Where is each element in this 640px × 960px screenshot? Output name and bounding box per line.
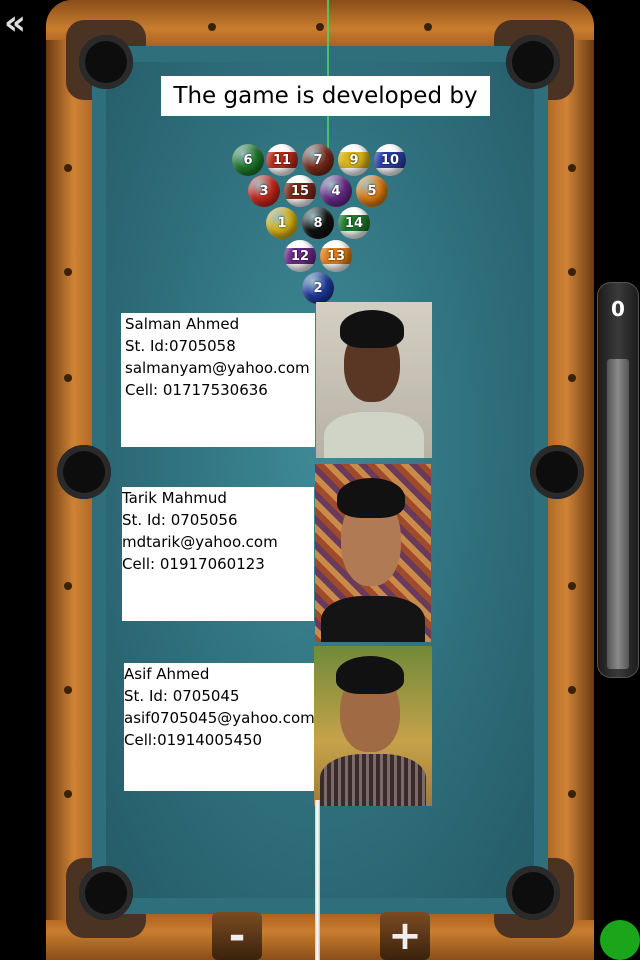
pool-ball-6: 6 bbox=[232, 144, 264, 176]
rail-diamond bbox=[568, 164, 576, 172]
pocket-top-right bbox=[506, 35, 560, 89]
developer-cell: Cell: 01717530636 bbox=[125, 381, 268, 399]
minus-button[interactable]: - bbox=[212, 912, 262, 960]
rail-diamond bbox=[64, 374, 72, 382]
rail-diamond bbox=[424, 23, 432, 31]
developer-card-3: Asif Ahmed St. Id: 0705045 asif0705045@y… bbox=[124, 663, 315, 791]
developer-email: mdtarik@yahoo.com bbox=[122, 533, 278, 551]
developer-photo-2 bbox=[315, 464, 431, 642]
credits-title: The game is developed by bbox=[161, 76, 490, 116]
developer-email: salmanyam@yahoo.com bbox=[125, 359, 310, 377]
pool-ball-1: 1 bbox=[266, 207, 298, 239]
pool-ball-10: 10 bbox=[374, 144, 406, 176]
pool-ball-15: 15 bbox=[284, 175, 316, 207]
developer-name: Salman Ahmed bbox=[125, 315, 240, 333]
pocket-top-left bbox=[79, 35, 133, 89]
pocket-bottom-right bbox=[506, 866, 560, 920]
pocket-middle-left bbox=[57, 445, 111, 499]
rail-diamond bbox=[568, 582, 576, 590]
pool-ball-8: 8 bbox=[302, 207, 334, 239]
developer-card-2: Tarik Mahmud St. Id: 0705056 mdtarik@yah… bbox=[122, 487, 314, 621]
rail-diamond bbox=[568, 374, 576, 382]
power-meter[interactable]: 0 bbox=[597, 282, 639, 678]
pool-ball-2: 2 bbox=[302, 272, 334, 304]
developer-id: St. Id:0705058 bbox=[125, 337, 236, 355]
pocket-bottom-left bbox=[79, 866, 133, 920]
pool-ball-11: 11 bbox=[266, 144, 298, 176]
pool-ball-12: 12 bbox=[284, 240, 316, 272]
pool-ball-13: 13 bbox=[320, 240, 352, 272]
developer-photo-3 bbox=[314, 646, 432, 806]
plus-button[interactable]: + bbox=[380, 912, 430, 960]
power-value: 0 bbox=[611, 297, 625, 321]
rail-diamond bbox=[64, 686, 72, 694]
rail-diamond bbox=[208, 23, 216, 31]
developer-id: St. Id: 0705056 bbox=[122, 511, 238, 529]
rail-diamond bbox=[64, 790, 72, 798]
rail-diamond bbox=[568, 790, 576, 798]
developer-cell: Cell:01914005450 bbox=[124, 731, 263, 749]
developer-id: St. Id: 0705045 bbox=[124, 687, 240, 705]
developer-name: Tarik Mahmud bbox=[122, 489, 227, 507]
developer-email: asif0705045@yahoo.com bbox=[124, 709, 315, 727]
developer-card-1: Salman Ahmed St. Id:0705058 salmanyam@ya… bbox=[121, 313, 315, 447]
pool-ball-4: 4 bbox=[320, 175, 352, 207]
rail-diamond bbox=[568, 686, 576, 694]
rail-diamond bbox=[64, 164, 72, 172]
rail-diamond bbox=[568, 268, 576, 276]
pool-ball-3: 3 bbox=[248, 175, 280, 207]
developer-name: Asif Ahmed bbox=[124, 665, 210, 683]
pool-ball-7: 7 bbox=[302, 144, 334, 176]
pocket-middle-right bbox=[530, 445, 584, 499]
developer-cell: Cell: 01917060123 bbox=[122, 555, 265, 573]
pool-ball-5: 5 bbox=[356, 175, 388, 207]
green-indicator[interactable] bbox=[600, 920, 640, 960]
aim-line bbox=[327, 0, 329, 150]
rail-diamond bbox=[64, 268, 72, 276]
power-slider-track[interactable] bbox=[607, 359, 629, 669]
pool-ball-9: 9 bbox=[338, 144, 370, 176]
cue-stick[interactable] bbox=[315, 800, 320, 960]
rail-diamond bbox=[64, 582, 72, 590]
pool-ball-14: 14 bbox=[338, 207, 370, 239]
rail-diamond bbox=[316, 23, 324, 31]
developer-photo-1 bbox=[316, 302, 432, 458]
double-chevron-left-icon[interactable]: « bbox=[4, 6, 26, 40]
